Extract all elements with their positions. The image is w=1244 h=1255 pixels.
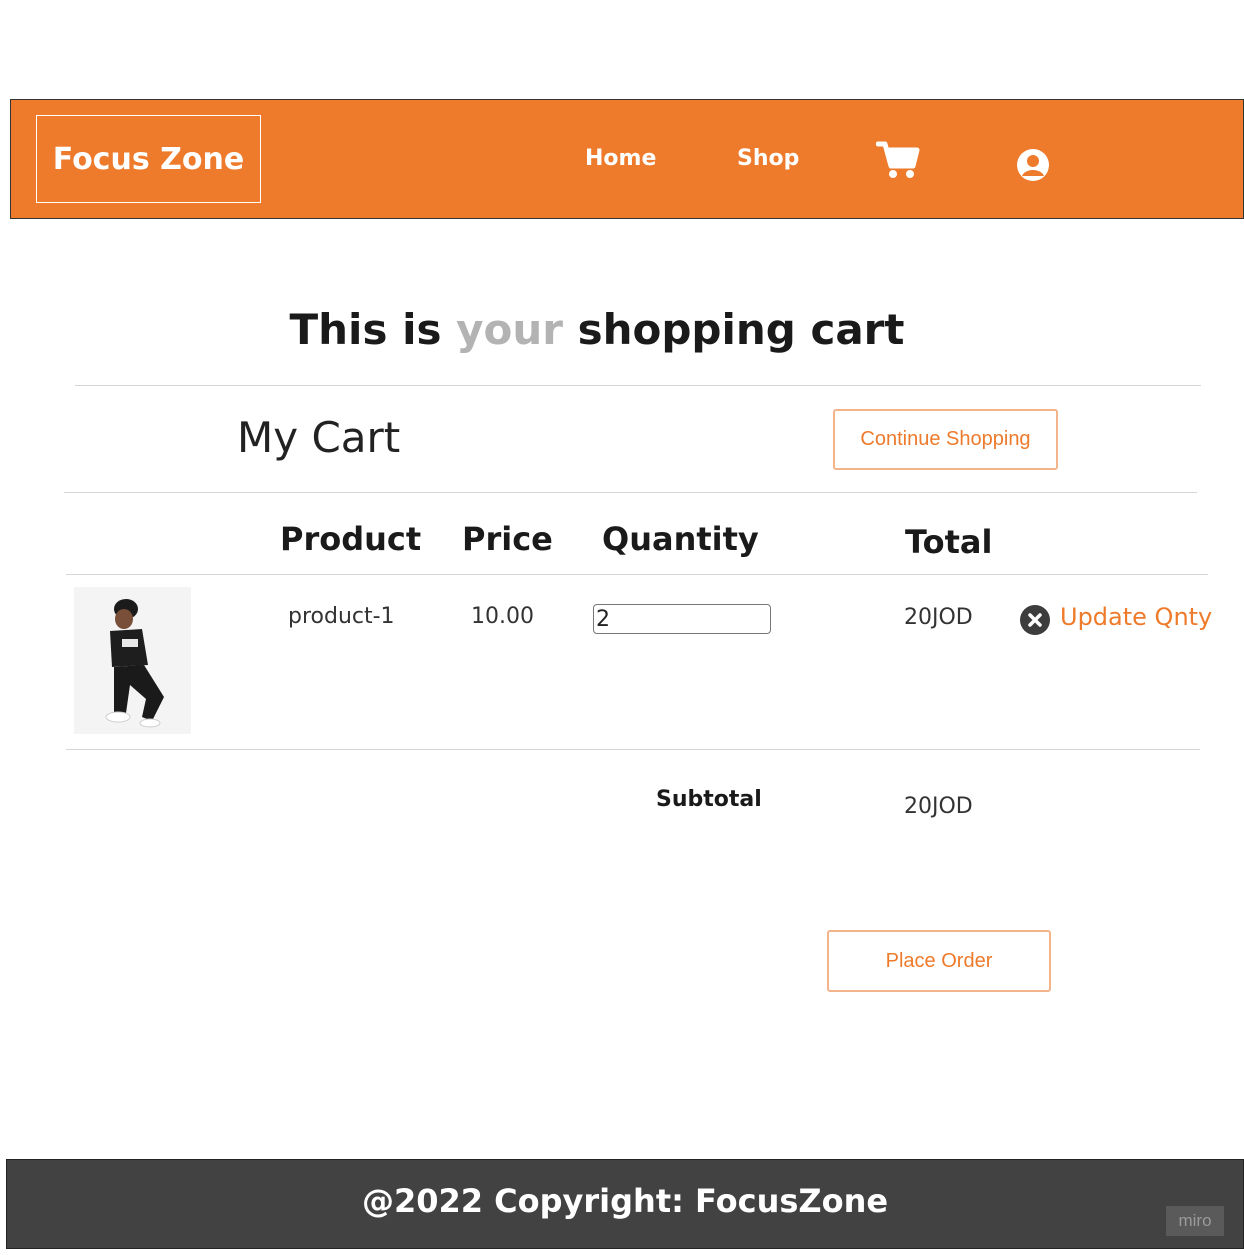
subtotal-value: 20JOD xyxy=(904,794,973,819)
nav-shop-link[interactable]: Shop xyxy=(737,146,799,171)
continue-shopping-button[interactable]: Continue Shopping xyxy=(833,409,1058,470)
subtotal-label: Subtotal xyxy=(656,787,762,812)
line-total: 20JOD xyxy=(904,605,973,630)
column-header-quantity: Quantity xyxy=(602,520,759,558)
copyright-text: @2022 Copyright: FocusZone xyxy=(361,1182,889,1220)
divider xyxy=(64,492,1197,493)
footer: @2022 Copyright: FocusZone xyxy=(6,1159,1244,1249)
brand-logo[interactable]: Focus Zone xyxy=(36,115,261,203)
place-order-button[interactable]: Place Order xyxy=(827,930,1051,992)
user-circle-icon[interactable] xyxy=(1015,147,1051,183)
divider xyxy=(75,385,1201,386)
product-name: product-1 xyxy=(288,604,395,629)
shopping-cart-icon[interactable] xyxy=(875,138,921,182)
product-price: 10.00 xyxy=(471,604,534,629)
remove-item-icon[interactable] xyxy=(1020,605,1050,635)
headline-highlight: your xyxy=(456,305,563,354)
product-image[interactable] xyxy=(74,587,191,734)
divider xyxy=(66,749,1200,750)
update-quantity-link[interactable]: Update Qnty xyxy=(1060,603,1212,631)
column-header-product: Product xyxy=(280,520,422,558)
quantity-input[interactable] xyxy=(593,604,771,634)
top-navbar: Focus Zone Home Shop xyxy=(10,99,1244,219)
column-header-price: Price xyxy=(462,520,553,558)
column-header-total: Total xyxy=(905,523,993,561)
cart-title: My Cart xyxy=(237,413,401,462)
miro-watermark: miro xyxy=(1166,1206,1224,1236)
headline-part-1: This is xyxy=(289,305,457,354)
divider xyxy=(66,574,1208,575)
nav-home-link[interactable]: Home xyxy=(585,146,656,171)
headline-part-3: shopping cart xyxy=(562,305,905,354)
page-headline: This is your shopping cart xyxy=(0,305,1194,354)
brand-logo-text: Focus Zone xyxy=(52,141,245,177)
